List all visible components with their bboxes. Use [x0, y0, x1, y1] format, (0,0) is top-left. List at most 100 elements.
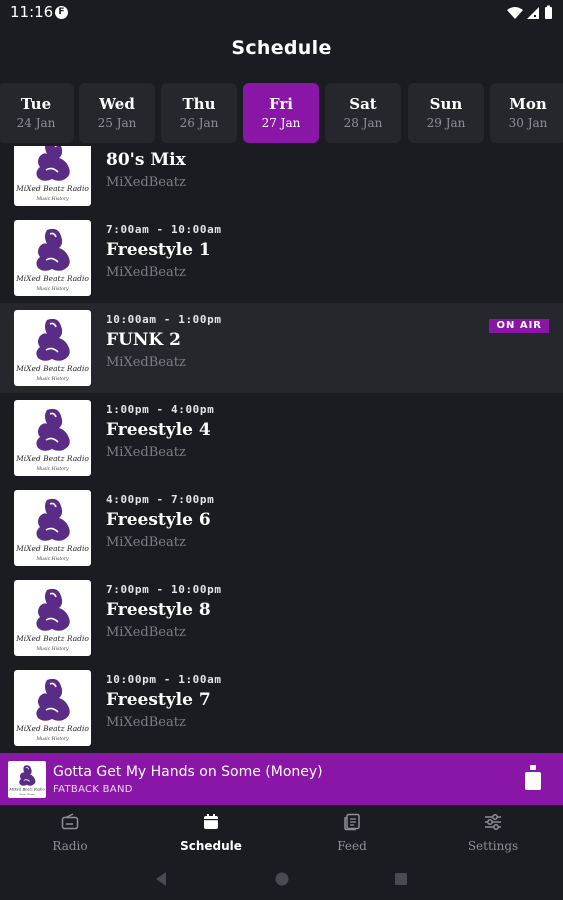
status-bar: 11:16 F	[0, 0, 563, 26]
station-logo: MiXed Beatz Radio Music History	[15, 498, 89, 562]
logo-subtext: Music History	[35, 736, 69, 742]
tab-label: Settings	[467, 839, 519, 853]
schedule-row[interactable]: MiXed Beatz Radio Music History 1:00pm - …	[0, 393, 563, 483]
station-logo: MiXed Beatz Radio Music History	[15, 146, 89, 202]
logo-subtext: Music History	[35, 556, 69, 562]
show-artwork: MiXed Beatz Radio Music History	[14, 146, 91, 206]
day-date: 27 Jan	[261, 116, 301, 130]
show-time: 10:00am - 1:00pm	[106, 313, 222, 326]
now-playing-artist: FATBACK BAND	[53, 784, 133, 795]
day-tab-wed[interactable]: Wed 25 Jan	[79, 83, 155, 143]
show-title: 80's Mix	[106, 150, 186, 170]
day-name: Sun	[429, 95, 463, 113]
show-title: FUNK 2	[106, 330, 181, 350]
day-date: 25 Jan	[97, 116, 137, 130]
station-logo: MiXed Beatz Radio Music History	[15, 678, 89, 742]
station-logo: MiXed Beatz Radio Music History	[15, 318, 89, 382]
show-time: 1:00pm - 4:00pm	[106, 403, 215, 416]
day-tab-tue[interactable]: Tue 24 Jan	[0, 83, 74, 143]
logo-subtext: Music History	[35, 196, 69, 202]
logo-figure	[36, 318, 70, 361]
station-logo: MiXed Beatz RadioMusic History	[15, 408, 89, 472]
day-date: 29 Jan	[426, 116, 466, 130]
on-air-badge: ON AIR	[489, 319, 549, 333]
show-artwork: MiXed Beatz Radio Music History	[14, 670, 91, 746]
show-title: Freestyle 1	[106, 240, 211, 260]
schedule-row[interactable]: MiXed Beatz Radio Music History 10:00pm -…	[0, 663, 563, 752]
station-logo: MiXed Beatz RadioMusic History	[8, 765, 45, 796]
now-playing-bar[interactable]: MiXed Beatz Radio Music History Gotta Get…	[0, 753, 563, 805]
logo-figure	[36, 588, 70, 631]
show-title: Freestyle 4	[106, 420, 211, 440]
signal-icon	[527, 7, 539, 19]
logo-subtext: Music History	[18, 793, 35, 796]
tab-feed[interactable]: Feed	[282, 805, 422, 860]
show-host: MiXedBeatz	[106, 715, 186, 730]
schedule-row-on-air[interactable]: MiXed Beatz Radio Music History 10:00am -…	[0, 303, 563, 393]
day-date: 26 Jan	[179, 116, 219, 130]
system-navigation-bar	[0, 860, 563, 900]
logo-text: MiXed Beatz Radio	[15, 364, 89, 373]
logo-text: MiXed Beatz Radio	[8, 788, 45, 792]
back-icon[interactable]	[152, 870, 170, 888]
tab-label: Schedule	[180, 839, 242, 853]
tab-radio[interactable]: Radio	[0, 805, 140, 860]
day-name: Tue	[20, 95, 52, 113]
show-time: 10:00pm - 1:00am	[106, 673, 222, 686]
logo-figure	[36, 408, 70, 451]
show-host: MiXedBeatz	[106, 445, 186, 460]
day-tab-sat[interactable]: Sat 28 Jan	[325, 83, 401, 143]
schedule-row[interactable]: MiXed Beatz Radio Music History 7:00am - …	[0, 213, 563, 303]
tab-label: Feed	[337, 839, 367, 853]
home-icon[interactable]	[274, 871, 290, 887]
show-artwork: MiXed Beatz Radio Music History	[14, 490, 91, 566]
day-name: Fri	[269, 95, 293, 113]
calendar-icon	[204, 814, 218, 829]
show-artwork: MiXed Beatz Radio Music History	[14, 220, 91, 296]
now-playing-artwork: MiXed Beatz Radio Music History	[8, 761, 46, 798]
show-host: MiXedBeatz	[106, 175, 186, 190]
day-name: Sat	[349, 95, 377, 113]
day-tab-mon[interactable]: Mon 30 Jan	[490, 83, 563, 143]
stop-button[interactable]	[521, 763, 545, 795]
show-time: 7:00am - 10:00am	[106, 223, 222, 236]
logo-figure	[36, 146, 70, 181]
station-logo: MiXed Beatz Radio Music History	[15, 588, 89, 652]
page-title: Schedule	[231, 37, 332, 59]
logo-text: MiXed Beatz Radio	[15, 274, 89, 283]
show-time: 7:00pm - 10:00pm	[106, 583, 222, 596]
show-artwork: MiXed Beatz Radio Music History	[14, 580, 91, 656]
feed-icon	[344, 813, 360, 831]
sliders-icon	[485, 814, 501, 830]
logo-figure	[36, 498, 70, 541]
show-host: MiXedBeatz	[106, 265, 186, 280]
day-tab-thu[interactable]: Thu 26 Jan	[161, 83, 237, 143]
logo-text: MiXed Beatz Radio	[15, 634, 89, 643]
logo-subtext: Music History	[35, 376, 69, 382]
day-date: 24 Jan	[16, 116, 56, 130]
schedule-row[interactable]: MiXed Beatz Radio Music History 4:00pm - …	[0, 483, 563, 573]
schedule-row[interactable]: MiXed Beatz Radio Music History 80's Mix …	[0, 146, 563, 213]
day-name: Wed	[99, 95, 135, 113]
notification-app-icon: F	[55, 6, 68, 19]
logo-text: MiXed Beatz Radio	[15, 724, 89, 733]
day-date: 30 Jan	[508, 116, 548, 130]
day-tab-sun[interactable]: Sun 29 Jan	[408, 83, 484, 143]
day-date: 28 Jan	[343, 116, 383, 130]
logo-subtext: Music History	[35, 646, 69, 652]
tab-schedule[interactable]: Schedule	[141, 805, 281, 860]
logo-text: MiXed Beatz Radio	[15, 184, 89, 193]
day-tab-fri[interactable]: Fri 27 Jan	[243, 83, 319, 143]
schedule-list[interactable]: MiXed Beatz Radio Music History 80's Mix …	[0, 146, 563, 752]
day-name: Mon	[509, 95, 547, 113]
show-title: Freestyle 6	[106, 510, 211, 530]
logo-text: MiXed Beatz Radio	[15, 544, 89, 553]
schedule-row[interactable]: MiXed Beatz Radio Music History 7:00pm - …	[0, 573, 563, 663]
tab-settings[interactable]: Settings	[423, 805, 563, 860]
station-logo: MiXed Beatz RadioMusic History	[15, 228, 89, 292]
recents-icon[interactable]	[393, 871, 409, 887]
battery-icon	[545, 5, 552, 19]
logo-figure	[36, 228, 70, 271]
status-time: 11:16	[10, 3, 54, 21]
show-host: MiXedBeatz	[106, 535, 186, 550]
